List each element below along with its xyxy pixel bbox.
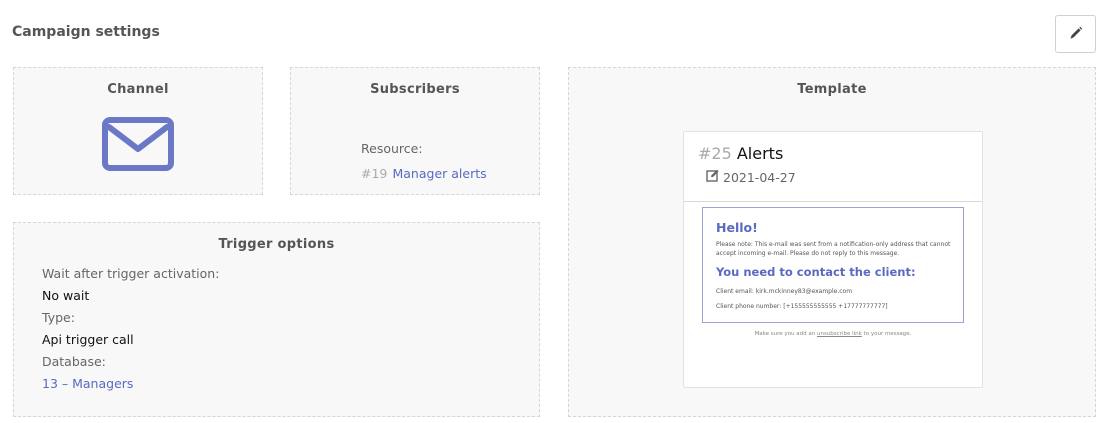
preview-heading: You need to contact the client:	[716, 265, 916, 279]
email-preview: Hello! Please note: This e-mail was sent…	[702, 207, 964, 323]
resource-id: #19	[361, 166, 388, 181]
template-divider	[684, 201, 982, 202]
resource-link[interactable]: #19 Manager alerts	[361, 163, 487, 182]
template-panel: Template #25 Alerts 2021-04-27 Hello! Pl…	[568, 67, 1096, 417]
template-title: Template	[797, 82, 867, 97]
resource-label: Resource:	[361, 141, 423, 156]
channel-title: Channel	[107, 82, 169, 97]
trigger-options-panel: Trigger options Wait after trigger activ…	[13, 222, 540, 417]
preview-footer-link: unsubscribe link	[816, 331, 862, 337]
template-card[interactable]: #25 Alerts 2021-04-27 Hello! Please note…	[683, 131, 983, 388]
type-label: Type:	[42, 310, 75, 325]
wait-label: Wait after trigger activation:	[42, 266, 220, 281]
template-heading: #25 Alerts	[698, 144, 783, 163]
wait-value: No wait	[42, 288, 90, 303]
preview-footer-before: Make sure you add an	[754, 331, 816, 337]
preview-email-line: Client email: kirk.mckinney83@example.co…	[716, 288, 853, 295]
type-value: Api trigger call	[42, 332, 134, 347]
page-title: Campaign settings	[12, 24, 160, 40]
resource-name: Manager alerts	[392, 166, 487, 181]
pencil-icon	[1069, 25, 1083, 44]
trigger-options-title: Trigger options	[218, 237, 335, 252]
preview-note: Please note: This e-mail was sent from a…	[716, 241, 951, 257]
preview-phone-line: Client phone number: [+155555555555 +177…	[716, 303, 888, 310]
template-id: #25	[698, 144, 732, 163]
preview-footer: Make sure you add an unsubscribe link to…	[684, 331, 982, 337]
subscribers-panel: Subscribers Resource: #19 Manager alerts	[290, 67, 540, 195]
channel-panel: Channel	[13, 67, 263, 195]
database-label: Database:	[42, 354, 106, 369]
preview-greeting: Hello!	[716, 220, 758, 235]
envelope-icon	[102, 117, 174, 175]
subscribers-title: Subscribers	[370, 82, 460, 97]
template-date: 2021-04-27	[723, 169, 796, 185]
template-date-row: 2021-04-27	[706, 169, 796, 185]
preview-footer-after: to your message.	[863, 331, 912, 337]
edit-button[interactable]	[1055, 15, 1096, 53]
template-name: Alerts	[736, 144, 784, 163]
edit-note-icon	[706, 169, 720, 185]
database-link[interactable]: 13 – Managers	[42, 373, 219, 395]
